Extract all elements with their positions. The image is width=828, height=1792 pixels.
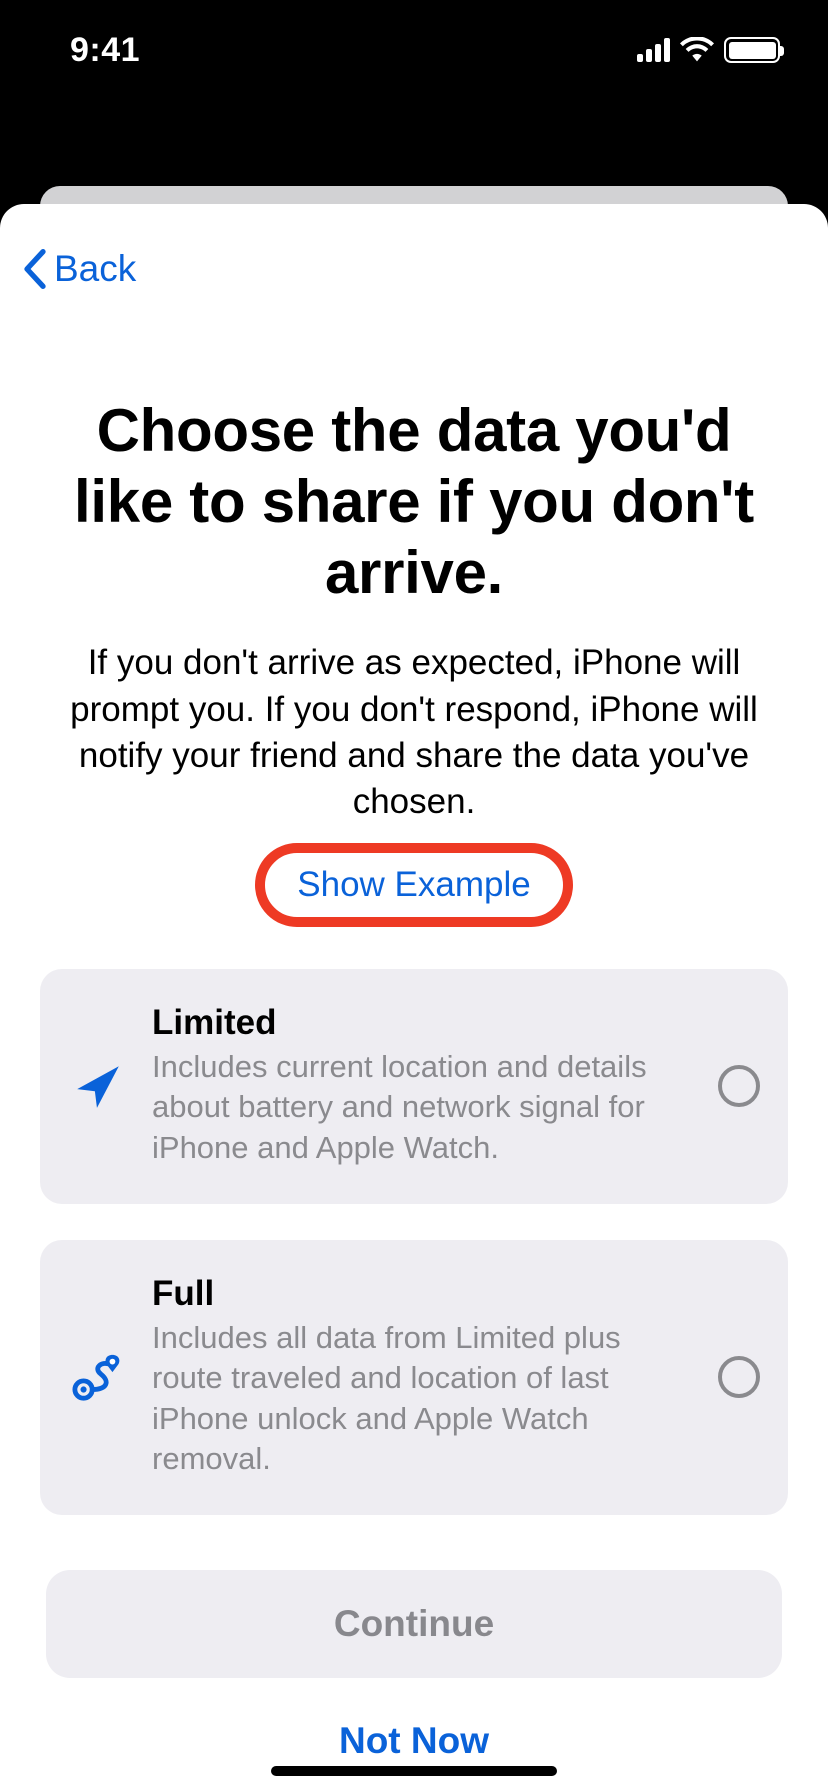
page-title: Choose the data you'd like to share if y… — [40, 396, 788, 608]
option-description: Includes current location and details ab… — [152, 1047, 694, 1168]
option-limited[interactable]: Limited Includes current location and de… — [40, 969, 788, 1204]
back-button[interactable]: Back — [0, 204, 136, 290]
chevron-left-icon — [22, 249, 48, 289]
radio-unselected[interactable] — [718, 1356, 760, 1398]
show-example-highlight: Show Example — [261, 847, 566, 923]
footer: Continue Not Now — [40, 1570, 788, 1792]
status-icons — [637, 37, 780, 63]
page-description: If you don't arrive as expected, iPhone … — [40, 640, 788, 825]
home-indicator[interactable] — [271, 1766, 557, 1776]
cellular-signal-icon — [637, 38, 670, 62]
modal-sheet: Back Choose the data you'd like to share… — [0, 204, 828, 1792]
back-label: Back — [54, 248, 136, 290]
route-icon — [68, 1351, 128, 1403]
option-title: Limited — [152, 1003, 694, 1043]
option-title: Full — [152, 1274, 694, 1314]
not-now-button[interactable]: Not Now — [339, 1720, 489, 1762]
radio-unselected[interactable] — [718, 1065, 760, 1107]
battery-icon — [724, 37, 780, 63]
status-time: 9:41 — [70, 31, 140, 70]
status-bar: 9:41 — [0, 0, 828, 100]
location-arrow-icon — [68, 1060, 128, 1112]
content: Choose the data you'd like to share if y… — [0, 290, 828, 1792]
option-text: Full Includes all data from Limited plus… — [152, 1274, 694, 1479]
show-example-button[interactable]: Show Example — [261, 847, 566, 923]
option-text: Limited Includes current location and de… — [152, 1003, 694, 1168]
option-full[interactable]: Full Includes all data from Limited plus… — [40, 1240, 788, 1515]
option-description: Includes all data from Limited plus rout… — [152, 1318, 694, 1479]
options-list: Limited Includes current location and de… — [40, 969, 788, 1515]
wifi-icon — [680, 37, 714, 63]
continue-button[interactable]: Continue — [46, 1570, 782, 1678]
